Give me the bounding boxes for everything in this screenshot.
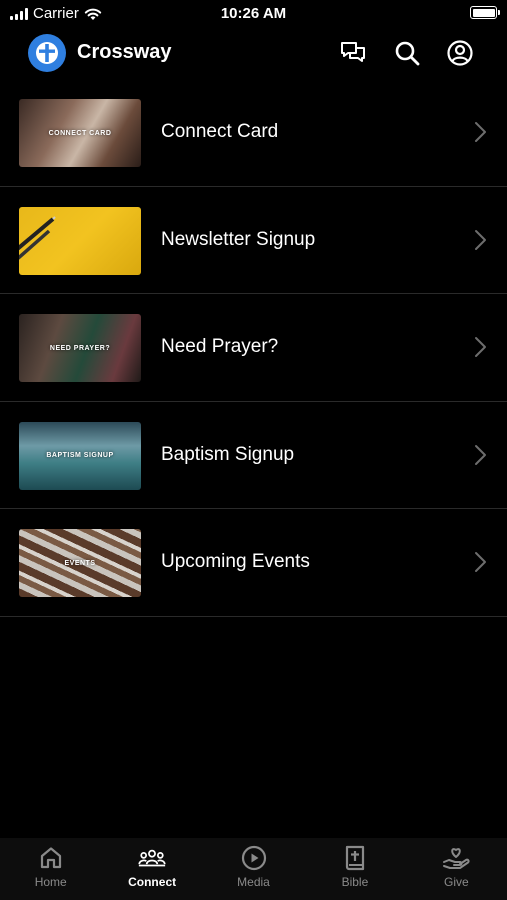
tab-label: Give [443, 875, 469, 889]
list-item-connect-card[interactable]: CONNECT CARD Connect Card [0, 79, 507, 187]
search-icon[interactable] [393, 39, 421, 67]
tab-label: Media [237, 875, 270, 889]
list-item-label: Connect Card [161, 121, 279, 142]
list-item-label: Upcoming Events [161, 551, 310, 572]
app-header: Crossway [0, 28, 507, 78]
list-item-label: Newsletter Signup [161, 228, 316, 250]
events-thumbnail: EVENTS [19, 529, 141, 597]
tab-give[interactable]: Give [406, 838, 507, 900]
list-item-baptism-signup[interactable]: BAPTISM SIGNUP Baptism Signup [0, 402, 507, 509]
tab-label: Bible [341, 875, 369, 889]
chevron-right-icon [475, 229, 486, 250]
church-logo-icon[interactable] [28, 34, 66, 72]
list-item-newsletter-signup[interactable]: Newsletter Signup [0, 187, 507, 294]
thumbnail-text: CONNECT CARD [48, 129, 112, 137]
thumbnail-text: NEED PRAYER? [49, 344, 111, 352]
status-bar: Carrier 10:26 AM [0, 0, 507, 28]
thumbnail-text: BAPTISM SIGNUP [46, 452, 114, 459]
chat-icon[interactable] [339, 39, 367, 67]
battery-icon [470, 6, 500, 19]
tab-home[interactable]: Home [0, 838, 101, 900]
pencils-image [19, 215, 56, 260]
tab-label: Connect [128, 875, 177, 889]
chevron-right-icon [475, 337, 486, 357]
tab-label: Home [34, 875, 67, 889]
chevron-right-icon [475, 122, 486, 142]
list-item-label: Need Prayer? [161, 336, 279, 357]
list-item-need-prayer[interactable]: NEED PRAYER? Need Prayer? [0, 294, 507, 402]
bible-icon [341, 844, 369, 872]
give-icon [442, 844, 470, 872]
people-icon [138, 844, 166, 872]
tab-bar: Home Connect Media Bible Give [0, 838, 507, 900]
newsletter-thumbnail [19, 206, 141, 275]
connect-list: CONNECT CARD Connect Card Newsletter Sig… [0, 79, 507, 617]
chevron-right-icon [475, 552, 486, 572]
prayer-thumbnail: NEED PRAYER? [19, 314, 141, 382]
tab-bible[interactable]: Bible [304, 838, 405, 900]
list-item-upcoming-events[interactable]: EVENTS Upcoming Events [0, 509, 507, 617]
tab-media[interactable]: Media [203, 838, 304, 900]
app-title: Crossway [77, 41, 172, 63]
tab-connect[interactable]: Connect [101, 838, 202, 900]
home-icon [37, 844, 65, 872]
baptism-thumbnail: BAPTISM SIGNUP [19, 421, 141, 490]
profile-icon[interactable] [446, 39, 474, 67]
play-icon [240, 844, 268, 872]
status-time: 10:26 AM [220, 5, 287, 22]
connect-card-thumbnail: CONNECT CARD [19, 99, 141, 167]
chevron-right-icon [475, 444, 486, 465]
list-item-label: Baptism Signup [161, 443, 295, 465]
thumbnail-text: EVENTS [64, 559, 96, 567]
